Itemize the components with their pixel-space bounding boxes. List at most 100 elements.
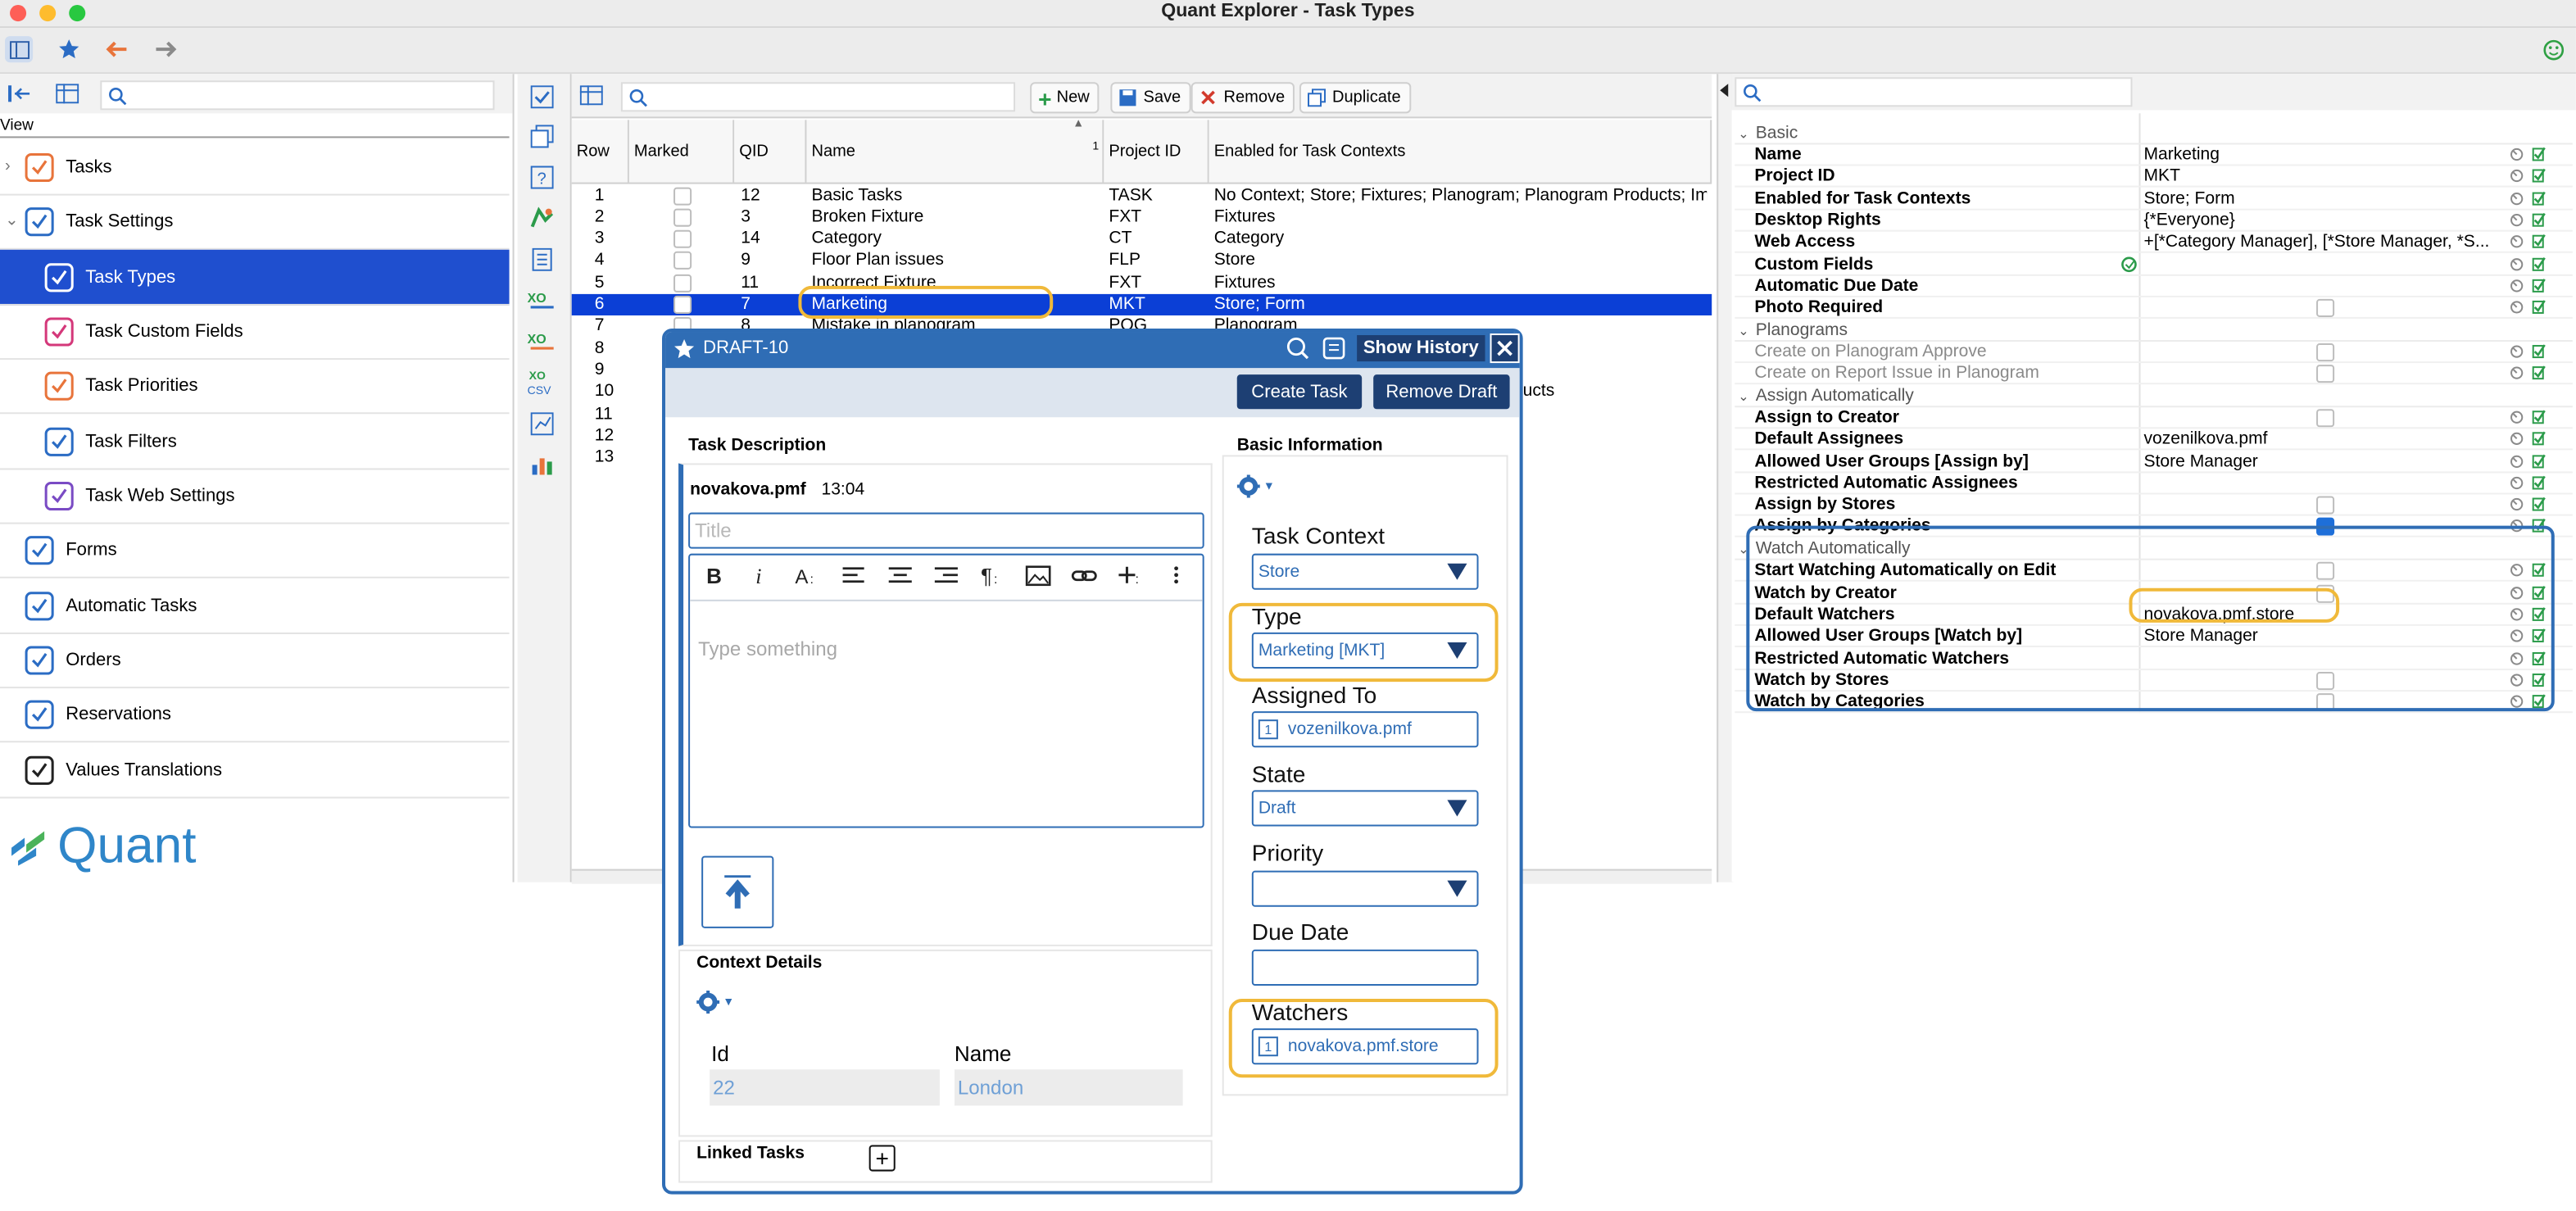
collapse-tree-icon[interactable]: [7, 80, 33, 107]
link-icon[interactable]: [1071, 564, 1097, 588]
checklist-icon[interactable]: [529, 84, 556, 110]
title-input[interactable]: Title: [688, 512, 1204, 549]
chart-icon[interactable]: [529, 451, 556, 478]
sidebar-toggle-icon[interactable]: [5, 36, 34, 63]
image-icon[interactable]: [1025, 564, 1051, 588]
italic-icon[interactable]: i: [749, 564, 775, 588]
table-view-icon[interactable]: [54, 80, 80, 107]
export-csv-icon[interactable]: XO CSV: [526, 366, 559, 399]
sidebar-item-orders[interactable]: Orders: [0, 633, 510, 689]
column-header-marked[interactable]: Marked: [628, 120, 735, 183]
splitter[interactable]: [1717, 74, 1734, 882]
marked-checkbox[interactable]: [673, 208, 692, 227]
priority-select[interactable]: [1251, 870, 1479, 907]
create-task-button[interactable]: Create Task: [1236, 374, 1363, 410]
duplicate-button[interactable]: Duplicate: [1299, 82, 1411, 114]
prop-checkbox[interactable]: [2316, 365, 2335, 383]
basic-gear-menu[interactable]: ▼: [1236, 474, 1275, 498]
report-icon[interactable]: [529, 410, 556, 437]
export-excel-icon[interactable]: XO: [526, 288, 559, 314]
table-search-input[interactable]: [620, 82, 1016, 112]
context-gear-menu[interactable]: ▼: [696, 991, 734, 1014]
back-arrow-icon[interactable]: [103, 36, 129, 62]
sidebar-item-tasks[interactable]: › Tasks: [0, 139, 510, 196]
upload-button[interactable]: [701, 855, 774, 928]
sidebar-item-values-translations[interactable]: Values Translations: [0, 742, 510, 799]
prop-value-allowed-assign[interactable]: Store Manager: [2144, 451, 2506, 471]
remove-draft-button[interactable]: Remove Draft: [1373, 374, 1510, 410]
document-list-icon[interactable]: [529, 247, 556, 273]
left-search-input[interactable]: [100, 80, 495, 111]
paragraph-icon[interactable]: ¶:: [979, 564, 1005, 588]
due-date-input[interactable]: [1251, 949, 1479, 986]
remove-button[interactable]: ✕ Remove: [1190, 82, 1295, 114]
section-planograms[interactable]: ⌄ Planograms: [1738, 320, 1848, 340]
star-icon[interactable]: [672, 337, 695, 360]
section-assign[interactable]: ⌄ Assign Automatically: [1738, 386, 1914, 406]
column-header-name[interactable]: Name: [806, 120, 1104, 183]
marked-checkbox[interactable]: [673, 274, 692, 293]
prop-value-project-id[interactable]: MKT: [2144, 166, 2506, 186]
add-linked-task-button[interactable]: +: [868, 1145, 896, 1172]
cell-ctx: ucts: [1522, 381, 1555, 401]
show-history-button[interactable]: Show History: [1357, 335, 1485, 362]
task-context-select[interactable]: Store: [1251, 553, 1479, 590]
sidebar-item-task-web-settings[interactable]: Task Web Settings: [0, 468, 510, 524]
marked-checkbox[interactable]: [673, 229, 692, 248]
prop-checkbox[interactable]: [2316, 496, 2335, 515]
sidebar-item-reservations[interactable]: Reservations: [0, 687, 510, 743]
close-icon[interactable]: [1490, 333, 1520, 364]
sidebar-item-task-types[interactable]: Task Types: [0, 249, 510, 306]
sidebar-item-forms[interactable]: Forms: [0, 523, 510, 578]
save-button[interactable]: Save: [1110, 82, 1191, 114]
align-right-icon[interactable]: [933, 564, 959, 588]
sidebar-item-task-priorities[interactable]: Task Priorities: [0, 358, 510, 415]
prop-checkbox[interactable]: [2316, 343, 2335, 362]
more-options-icon[interactable]: [1163, 564, 1190, 588]
prop-value-name[interactable]: Marketing: [2144, 144, 2506, 164]
marked-checkbox[interactable]: [673, 252, 692, 270]
grid-settings-icon[interactable]: [578, 82, 605, 108]
prop-value-default-assignees[interactable]: vozenilkova.pmf: [2144, 429, 2506, 448]
help-doc-icon[interactable]: ?: [529, 165, 556, 191]
bold-icon[interactable]: B: [703, 564, 729, 588]
chevron-right-icon[interactable]: ›: [5, 157, 11, 175]
properties-search-input[interactable]: [1735, 77, 2133, 107]
prop-value-enabled[interactable]: Store; Form: [2144, 189, 2506, 209]
custom-fields-edit-icon[interactable]: [2120, 256, 2137, 273]
new-button[interactable]: + New: [1030, 82, 1100, 114]
marked-checkbox[interactable]: [673, 295, 692, 314]
prop-value-web[interactable]: +[*Category Manager], [*Store Manager, *…: [2144, 232, 2506, 252]
assigned-to-field[interactable]: 1 vozenilkova.pmf: [1251, 711, 1479, 748]
description-editor[interactable]: Type something: [688, 553, 1204, 828]
sidebar-item-automatic-tasks[interactable]: Automatic Tasks: [0, 578, 510, 634]
column-header-enabled-for-task-contexts[interactable]: Enabled for Task Contexts: [1209, 120, 1712, 183]
insert-icon[interactable]: :: [1117, 564, 1143, 588]
sidebar-item-task-filters[interactable]: Task Filters: [0, 414, 510, 470]
chevron-down-icon[interactable]: ⌄: [5, 212, 19, 230]
state-select[interactable]: Draft: [1251, 790, 1479, 827]
marked-checkbox[interactable]: [673, 186, 692, 205]
collapse-left-icon[interactable]: [1720, 84, 1729, 98]
sidebar-item-task-custom-fields[interactable]: Task Custom Fields: [0, 304, 510, 361]
prop-checkbox[interactable]: [2316, 298, 2335, 317]
favorites-star-icon[interactable]: [56, 36, 82, 62]
section-basic[interactable]: ⌄ Basic: [1738, 123, 1798, 143]
font-size-icon[interactable]: A:: [795, 564, 821, 588]
prop-value-desktop[interactable]: {*Everyone}: [2144, 211, 2506, 230]
align-left-icon[interactable]: [841, 564, 868, 588]
copy-icon[interactable]: [529, 123, 556, 149]
align-center-icon[interactable]: [887, 564, 914, 588]
import-excel-icon[interactable]: XO: [526, 329, 559, 355]
assigned-value[interactable]: vozenilkova.pmf: [1288, 719, 1412, 739]
column-header-qid[interactable]: QID: [734, 120, 807, 183]
notes-icon[interactable]: [1321, 335, 1347, 361]
sidebar-item-task-settings[interactable]: ⌄ Task Settings: [0, 194, 510, 250]
prop-label-pog-report: Create on Report Issue in Planogram: [1754, 363, 2039, 383]
prop-checkbox[interactable]: [2316, 409, 2335, 428]
map-pin-icon[interactable]: [529, 206, 556, 232]
column-header-project-id[interactable]: Project ID: [1104, 120, 1209, 183]
forward-arrow-icon[interactable]: [152, 36, 179, 62]
zoom-search-icon[interactable]: [1285, 335, 1311, 361]
column-header-row[interactable]: Row: [571, 120, 629, 183]
